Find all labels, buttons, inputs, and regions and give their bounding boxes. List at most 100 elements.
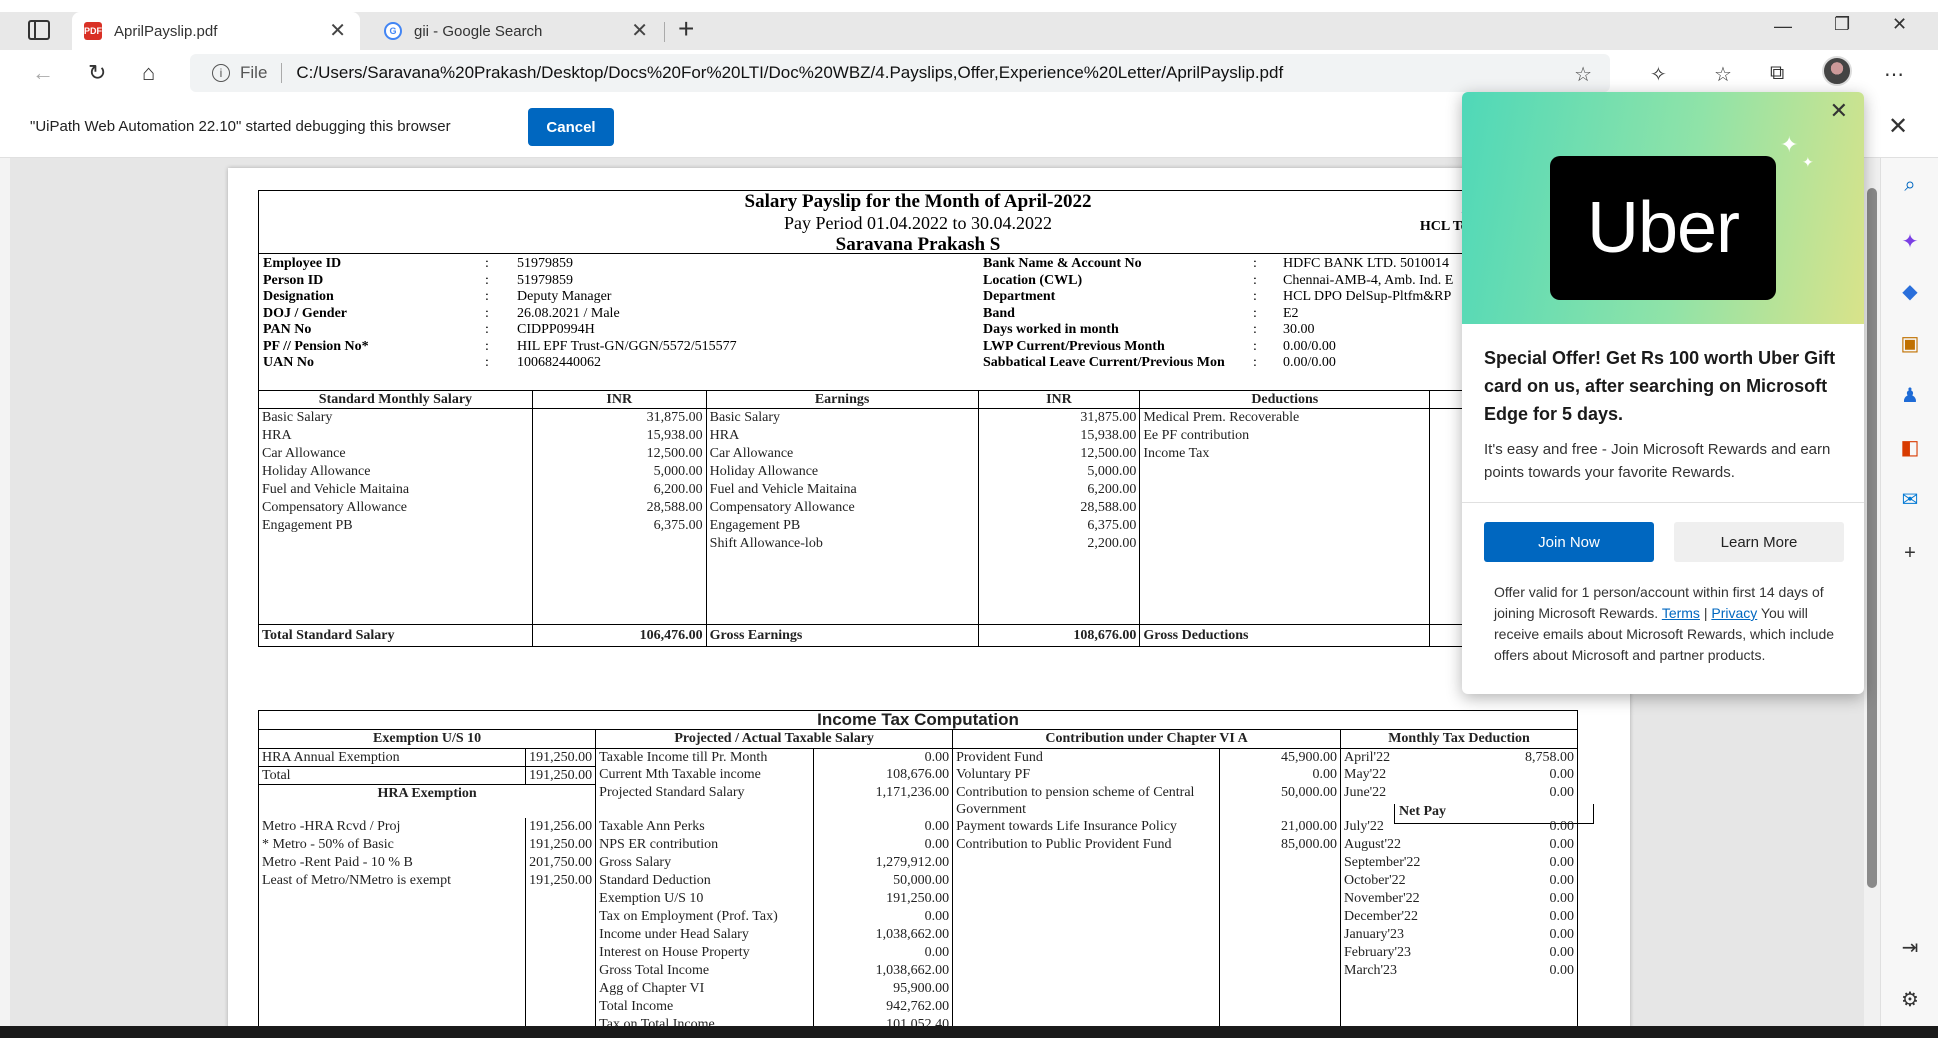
terms-link[interactable]: Terms: [1662, 605, 1700, 621]
search-icon[interactable]: ⌕: [1897, 172, 1923, 198]
office-icon[interactable]: ◧: [1897, 434, 1923, 460]
salary-cell: 6,200.00: [531, 480, 707, 499]
salary-cell: 15,938.00: [531, 426, 707, 445]
close-tab-icon[interactable]: ✕: [631, 21, 648, 41]
shopping-tag-icon[interactable]: ◆: [1897, 278, 1923, 304]
salary-total-cell: 108,676.00: [977, 624, 1141, 647]
privacy-link[interactable]: Privacy: [1711, 605, 1757, 621]
exemption-label: [257, 926, 527, 944]
taxable-value: 0.00: [812, 748, 954, 766]
income-tax-row: Interest on House Property 0.00 February'2…: [257, 944, 1578, 962]
field-colon: :: [485, 305, 489, 321]
field-value: 0.00/0.00: [1283, 355, 1336, 370]
exemption-value: [525, 962, 597, 980]
address-bar[interactable]: i File C:/Users/Saravana%20Prakash/Deskt…: [190, 54, 1610, 92]
copilot-icon[interactable]: ✦: [1897, 228, 1923, 254]
tab-pdf[interactable]: PDF AprilPayslip.pdf ✕: [72, 12, 360, 50]
restore-icon[interactable]: ❐: [1834, 14, 1850, 35]
monthly-tax-header: Monthly Tax Deduction: [1340, 730, 1578, 749]
exemption-label: HRA Annual Exemption: [257, 748, 527, 766]
tax-month: December'22: [1344, 909, 1419, 924]
monthly-tax-cell: June'22 0.00: [1340, 784, 1578, 818]
vertical-scrollbar[interactable]: [1864, 158, 1880, 1026]
exemption-label: [257, 890, 527, 908]
salary-cell: 6,375.00: [531, 516, 707, 535]
tax-amount: 0.00: [1549, 873, 1575, 888]
field-label: Bank Name & Account No: [983, 256, 1142, 271]
close-tab-icon[interactable]: ✕: [329, 21, 346, 41]
url-text[interactable]: C:/Users/Saravana%20Prakash/Desktop/Docs…: [296, 63, 1283, 83]
taxable-label: Projected Standard Salary: [595, 784, 814, 818]
chapter-via-value: [1218, 944, 1341, 962]
join-now-button[interactable]: Join Now: [1484, 522, 1654, 562]
salary-row: Shift Allowance-lob 2,200.00: [258, 534, 1578, 553]
close-window-icon[interactable]: ✕: [1892, 14, 1907, 35]
add-sidebar-icon[interactable]: +: [1897, 540, 1923, 566]
tab-title: gii - Google Search: [414, 22, 543, 40]
chapter-via-value: 45,900.00: [1218, 748, 1341, 766]
favorites-icon[interactable]: ☆: [1714, 62, 1732, 87]
games-icon[interactable]: ♟: [1897, 382, 1923, 408]
new-tab-icon[interactable]: +: [678, 14, 694, 44]
income-tax-row: Least of Metro/NMetro is exempt 191,250.0…: [257, 872, 1578, 890]
tax-month: November'22: [1344, 891, 1420, 906]
taxable-value: 108,676.00: [812, 766, 954, 784]
close-popup-icon[interactable]: ✕: [1830, 98, 1848, 124]
exemption-label: [257, 962, 527, 980]
payslip-document: Salary Payslip for the Month of April-20…: [258, 190, 1578, 419]
taxable-label: Interest on House Property: [595, 944, 814, 962]
taxable-header: Projected / Actual Taxable Salary: [595, 730, 954, 749]
outlook-icon[interactable]: ✉: [1897, 486, 1923, 512]
salary-table: Standard Monthly Salary INR Earnings INR Ded…: [258, 390, 1578, 647]
tax-amount: 0.00: [1549, 837, 1575, 852]
income-tax-row: Total Income 942,762.00: [257, 998, 1578, 1016]
salary-row: Fuel and Vehicle Maitaina 6,200.00 Fuel an…: [258, 480, 1578, 499]
salary-column-header: INR: [977, 390, 1141, 409]
tax-month: July'22: [1344, 819, 1384, 834]
salary-cell: Compensatory Allowance: [705, 498, 979, 517]
hide-sidebar-icon[interactable]: ⇥: [1897, 934, 1923, 960]
tools-icon[interactable]: ▣: [1897, 330, 1923, 356]
minimize-icon[interactable]: —: [1774, 16, 1792, 37]
taxable-label: Taxable Ann Perks: [595, 818, 814, 836]
collections-icon[interactable]: ⧉: [1770, 62, 1784, 85]
learn-more-button[interactable]: Learn More: [1674, 522, 1844, 562]
field-value: CIDPP0994H: [517, 322, 595, 337]
settings-gear-icon[interactable]: ⚙: [1897, 986, 1923, 1012]
tax-month: April'22: [1344, 749, 1391, 765]
cancel-button[interactable]: Cancel: [528, 108, 614, 146]
income-tax-row: Gross Total Income 1,038,662.00 March'23 0.…: [257, 962, 1578, 980]
taxable-value: 942,762.00: [812, 998, 954, 1016]
field-colon: :: [485, 355, 489, 370]
home-icon[interactable]: ⌂: [142, 60, 155, 86]
close-infobar-icon[interactable]: ✕: [1888, 112, 1908, 141]
url-scheme: File: [240, 63, 268, 82]
monthly-tax-cell: October'22 0.00: [1340, 872, 1578, 890]
salary-cell: [1139, 462, 1431, 481]
info-icon[interactable]: i: [212, 64, 230, 82]
field-label: DOJ / Gender: [263, 305, 347, 321]
salary-cell: 12,500.00: [977, 444, 1141, 463]
extensions-icon[interactable]: ✧: [1650, 62, 1667, 87]
more-menu-icon[interactable]: ⋯: [1884, 62, 1904, 87]
tax-amount: 0.00: [1549, 855, 1575, 870]
tab-actions-icon[interactable]: [28, 20, 50, 40]
tax-amount: 0.00: [1549, 945, 1575, 960]
chapter-via-value: [1218, 980, 1341, 998]
salary-cell: [531, 552, 707, 571]
field-colon: :: [1253, 272, 1257, 288]
profile-avatar[interactable]: [1822, 56, 1852, 86]
field-value: 51979859: [517, 256, 573, 271]
scrollbar-thumb[interactable]: [1867, 188, 1877, 888]
chapter-via-value: [1218, 890, 1341, 908]
tab-google[interactable]: G gii - Google Search ✕: [372, 12, 662, 50]
exemption-value: 191,250.00: [525, 748, 597, 766]
back-icon[interactable]: ←: [32, 60, 54, 86]
add-favorite-icon[interactable]: ☆: [1574, 62, 1592, 87]
chapter-via-value: [1218, 908, 1341, 926]
field-label: Days worked in month: [983, 322, 1119, 337]
sparkle-icon: ✦: [1780, 132, 1799, 157]
salary-row: Basic Salary 31,875.00 Basic Salary 31,875.…: [258, 408, 1578, 427]
refresh-icon[interactable]: ↻: [88, 60, 106, 86]
tax-amount: 8,758.00: [1525, 749, 1574, 765]
